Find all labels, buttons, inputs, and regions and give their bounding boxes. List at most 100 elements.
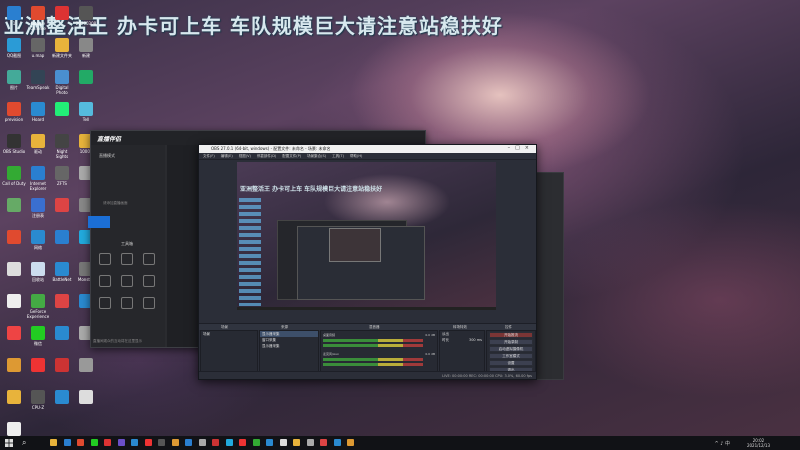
desktop-icon[interactable] [74, 70, 98, 85]
desktop-icon[interactable]: 图片 [2, 70, 26, 90]
desktop-icon[interactable]: 20200308 [74, 6, 98, 26]
tool-lock-icon[interactable] [121, 297, 133, 309]
desktop-icon[interactable]: 驱动 [26, 134, 50, 154]
desktop-icon[interactable]: 网络 [26, 230, 50, 250]
control-button[interactable]: 启动虚拟摄像机 [489, 346, 533, 352]
taskbar-app-icon[interactable] [90, 439, 98, 446]
desktop-icon[interactable]: QQ截图 [2, 38, 26, 58]
taskbar-app-icon[interactable] [63, 439, 71, 446]
taskbar-app-icon[interactable] [347, 439, 354, 446]
desktop-icon[interactable] [74, 358, 98, 373]
menu-item[interactable]: 帮助(H) [350, 154, 362, 159]
duration-input[interactable]: 300 ms [469, 338, 482, 342]
taskbar-app-icon[interactable] [104, 439, 111, 446]
taskbar-app-icon[interactable] [279, 439, 287, 446]
desktop-icon[interactable]: Digital Photo [50, 70, 74, 95]
source-item[interactable]: 显示器采集 [260, 343, 318, 349]
menu-item[interactable]: 视图(V) [239, 154, 251, 159]
control-button[interactable]: 设置 [489, 360, 533, 366]
taskbar-app-icon[interactable] [198, 439, 206, 446]
controls-dock[interactable]: 开始推流 开始录制 启动虚拟摄像机 工作室模式 设置 退出 [486, 330, 536, 373]
desktop-icon[interactable]: GeForce Experience [26, 294, 50, 319]
desktop-icon[interactable]: u.map [26, 38, 50, 58]
tool-camera-icon[interactable] [121, 253, 133, 265]
desktop-icon[interactable]: 注册表 [26, 198, 50, 218]
desktop-icon[interactable]: 新建 [74, 38, 98, 58]
desktop-icon[interactable]: Night Sights [50, 134, 74, 159]
obs-window[interactable]: OBS 27.0.1 (64-bit, windows) - 配置文件: 未命名… [198, 144, 537, 380]
obs-menubar[interactable]: 文件(F) 编辑(E) 视图(V) 停靠部件(D) 配置文件(P) 场景集合(S) 工具(T… [199, 153, 536, 160]
taskbar-app-icon[interactable] [293, 439, 300, 446]
transition-duration-row[interactable]: 时长 300 ms [440, 337, 484, 343]
taskbar-app-icon[interactable] [50, 439, 57, 446]
desktop-icon[interactable] [50, 358, 74, 373]
menu-item[interactable]: 场景集合(S) [307, 154, 326, 159]
desktop-icon[interactable] [2, 358, 26, 373]
desktop-icon[interactable]: 微信 [26, 326, 50, 346]
sources-dock[interactable]: 显示器采集 窗口采集 显示器采集 [259, 330, 319, 373]
taskbar-app-icon[interactable] [117, 439, 125, 446]
tool-music-icon[interactable] [143, 275, 155, 287]
menu-item[interactable]: 停靠部件(D) [257, 154, 276, 159]
taskbar-app-icon[interactable] [185, 439, 192, 446]
desktop-icon[interactable]: TeamSpeak [26, 70, 50, 90]
taskbar-app-icon[interactable] [144, 439, 152, 446]
desktop-icon[interactable] [50, 390, 74, 405]
transitions-dock[interactable]: 淡出 时长 300 ms [439, 330, 485, 373]
menu-item[interactable]: 工具(T) [332, 154, 344, 159]
desktop-icon[interactable] [2, 230, 26, 245]
companion-titlebar[interactable]: 直播伴侣 [91, 131, 425, 145]
desktop-icon[interactable] [50, 230, 74, 245]
desktop-icon[interactable]: Google Chrome [26, 6, 50, 31]
mixer-dock[interactable]: 桌面音频 0.0 dB 麦克风/Aux 0.0 dB [320, 330, 438, 373]
menu-item[interactable]: 编辑(E) [221, 154, 233, 159]
taskbar-app-icon[interactable] [77, 439, 84, 446]
taskbar-app-icon[interactable] [320, 439, 327, 446]
volume-slider[interactable] [323, 363, 423, 366]
desktop-icon[interactable]: 1 [2, 6, 26, 26]
control-button[interactable]: 工作室模式 [489, 353, 533, 359]
desktop-icon[interactable]: 回收站 [26, 262, 50, 282]
desktop-icon[interactable] [2, 326, 26, 341]
desktop-icon[interactable] [2, 294, 26, 309]
volume-slider[interactable] [323, 344, 423, 347]
search-icon[interactable]: ⌕ [22, 439, 26, 447]
desktop-icon[interactable] [2, 422, 26, 437]
desktop-icon[interactable]: Call of Duty [2, 166, 26, 186]
desktop-icon[interactable]: Internet Explorer [26, 166, 50, 191]
desktop-icon[interactable]: ZFTS [50, 166, 74, 186]
taskbar-app-icon[interactable] [239, 439, 246, 446]
desktop-icon[interactable]: BattleNet [50, 262, 74, 282]
taskbar-app-icon[interactable] [212, 439, 219, 446]
desktop-icon[interactable] [50, 198, 74, 213]
window-controls[interactable]: –□× [508, 145, 534, 151]
tool-link-icon[interactable] [121, 275, 133, 287]
desktop-icon[interactable] [2, 390, 26, 405]
desktop-icon[interactable] [50, 102, 74, 117]
windows-start-icon[interactable] [5, 439, 13, 447]
taskbar-app-icon[interactable] [131, 439, 138, 446]
scenes-dock[interactable]: 场景 [200, 330, 258, 373]
tool-pk-icon[interactable] [99, 297, 111, 309]
scene-item[interactable]: 场景 [201, 331, 257, 337]
taskbar-app-icon[interactable] [171, 439, 179, 446]
desktop-icon[interactable]: Hoard [26, 102, 50, 122]
desktop-icon[interactable]: prevision [2, 102, 26, 122]
tool-settings-icon[interactable] [143, 297, 155, 309]
desktop-icon[interactable]: OBS Studio [2, 134, 26, 154]
taskbar[interactable]: ⌕ ^ ♪ 中 20:02 2021/12/13 [0, 436, 800, 450]
obs-titlebar[interactable]: OBS 27.0.1 (64-bit, windows) - 配置文件: 未命名… [199, 145, 536, 153]
menu-item[interactable]: 文件(F) [203, 154, 215, 159]
tool-screen-icon[interactable] [99, 253, 111, 265]
taskbar-app-icon[interactable] [266, 439, 273, 446]
taskbar-app-icon[interactable] [252, 439, 260, 446]
desktop-icon[interactable] [74, 390, 98, 405]
taskbar-clock[interactable]: 20:02 2021/12/13 [747, 438, 770, 448]
tool-game-icon[interactable] [143, 253, 155, 265]
taskbar-app-icon[interactable] [306, 439, 314, 446]
desktop-icon[interactable]: 新建文件夹 [50, 38, 74, 58]
desktop-icon[interactable] [50, 294, 74, 309]
taskbar-app-icon[interactable] [158, 439, 165, 446]
desktop-icon[interactable]: CPU-Z [26, 390, 50, 410]
desktop-icon[interactable] [50, 326, 74, 341]
